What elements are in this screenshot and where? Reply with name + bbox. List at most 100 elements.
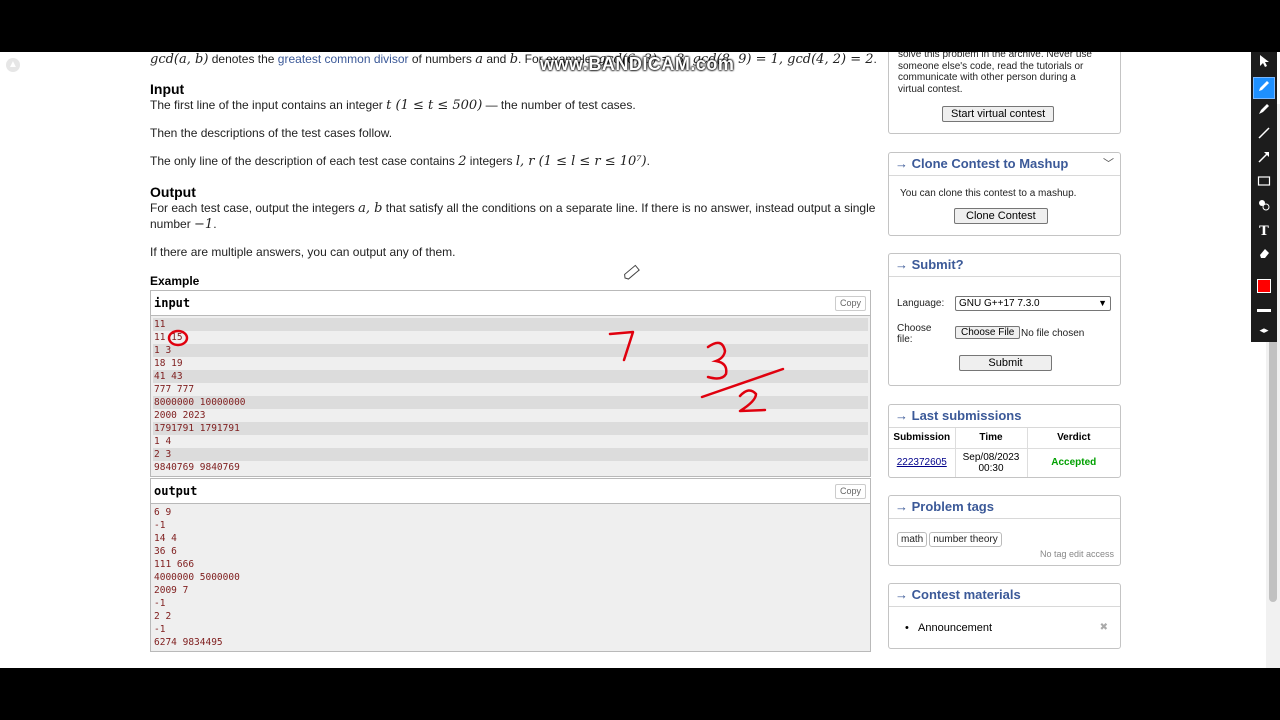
text: of numbers	[408, 52, 476, 66]
sample-input-header: input Copy	[151, 291, 870, 316]
clone-contest-button[interactable]: Clone Contest	[954, 208, 1048, 224]
rectangle-icon[interactable]	[1253, 173, 1275, 195]
submission-link[interactable]: 222372605	[897, 457, 947, 468]
output-line: 2 2	[154, 611, 172, 622]
table-header-row: Submission Time Verdict	[889, 428, 1120, 449]
problem-tags-title: → Problem tags	[889, 496, 1120, 519]
virtual-text-line: communicate with other person during a	[898, 72, 1076, 83]
output-paragraph-1: For each test case, output the integers …	[150, 201, 875, 216]
submit-title-text: Submit?	[911, 257, 964, 272]
contest-materials-title: → Contest materials	[889, 584, 1120, 607]
language-select[interactable]: GNU G++17 7.3.0 ▼	[955, 296, 1111, 311]
text-icon[interactable]: T	[1253, 221, 1275, 243]
gcd-definition: gcd(a, b) denotes the greatest common di…	[150, 52, 877, 67]
last-submissions-title-text: Last submissions	[911, 408, 1022, 423]
cursor-icon[interactable]	[1253, 53, 1275, 75]
file-status: No file chosen	[1021, 328, 1085, 339]
contest-materials-box: → Contest materials • Announcement ✖	[888, 583, 1121, 649]
line-width-icon[interactable]	[1253, 299, 1275, 321]
scroll-up-icon[interactable]: ▲	[6, 58, 20, 72]
sample-input-content: 11 11 15 1 3 18 19 41 43 777 777 8000000 10000…	[151, 316, 870, 476]
chevron-down-icon[interactable]: ﹀	[1103, 153, 1114, 175]
submit-title: → Submit?	[889, 254, 1120, 277]
output-line: 36 6	[154, 546, 177, 557]
close-icon[interactable]: ✖	[1100, 622, 1108, 633]
sample-input-label: input	[154, 296, 191, 310]
output-line: -1	[154, 520, 166, 531]
pen-icon[interactable]	[1253, 77, 1275, 99]
copy-input-button[interactable]: Copy	[834, 296, 866, 311]
table-row: 222372605 Sep/08/2023 00:30 Accepted	[889, 448, 1120, 477]
column-header: Time	[955, 428, 1028, 449]
input-paragraph-1: The first line of the input contains an …	[150, 98, 636, 113]
input-paragraph-2: Then the descriptions of the test cases …	[150, 126, 393, 140]
watermark-text: www.BANDICAM.com	[540, 54, 735, 74]
file-label-line: Choose	[897, 323, 932, 334]
eraser-icon[interactable]	[1253, 245, 1275, 267]
clone-title-text: Clone Contest to Mashup	[911, 156, 1069, 171]
announcement-link[interactable]: Announcement	[918, 622, 992, 634]
sample-output-content: 6 9 -1 14 4 36 6 111 666 4000000 5000000 2009 …	[151, 504, 870, 651]
gcd-link[interactable]: greatest common divisor	[278, 52, 409, 66]
text: denotes the	[208, 52, 278, 66]
arrow-right-icon: →	[895, 257, 912, 272]
math-minus-one: −1	[194, 217, 214, 232]
submission-clock: 00:30	[978, 462, 1004, 474]
color-swatch-icon[interactable]	[1253, 275, 1275, 297]
text: that satisfy all the conditions on a sep…	[382, 201, 876, 215]
expand-icon[interactable]: ◂▸	[1253, 322, 1275, 340]
math-ab: a, b	[358, 201, 383, 216]
output-line: 6274 9834495	[154, 637, 223, 648]
drawing-toolbar: T ◂▸	[1251, 52, 1277, 342]
line-icon[interactable]	[1253, 125, 1275, 147]
sample-output-label: output	[154, 484, 198, 498]
problem-tags-title-text: Problem tags	[911, 499, 994, 514]
output-line: -1	[154, 624, 166, 635]
math-gcd: gcd(a, b)	[150, 52, 209, 67]
text: .	[213, 217, 217, 231]
sample-input-box: input Copy 11 11 15 1 3 18 19 41 43 777 777 80…	[150, 290, 871, 477]
problem-tags-box: → Problem tags math number theory No tag …	[888, 495, 1121, 566]
text: — the number of test cases.	[482, 98, 636, 112]
highlighter-icon[interactable]	[1253, 101, 1275, 123]
output-line: 6 9	[154, 507, 172, 518]
input-line: 777 777	[154, 384, 195, 395]
browser-viewport: ▲ gcd(a, b) denotes the greatest common …	[0, 52, 1280, 668]
output-paragraph-2: If there are multiple answers, you can o…	[150, 245, 456, 259]
tag-edit-note: No tag edit access	[1039, 549, 1114, 559]
output-line: 111 666	[154, 559, 195, 570]
tag-number-theory[interactable]: number theory	[929, 532, 1002, 547]
verdict-accepted: Accepted	[1051, 457, 1097, 469]
input-line: 18 19	[154, 358, 183, 369]
output-line: 14 4	[154, 533, 177, 544]
input-line: 1791791 1791791	[153, 422, 868, 435]
input-line: 9840769 9840769	[154, 462, 240, 473]
tag-math[interactable]: math	[897, 532, 928, 547]
output-section-title: Output	[150, 184, 196, 200]
text: integers	[466, 154, 516, 168]
input-line: 1 3	[153, 344, 868, 357]
input-line: 11	[153, 318, 868, 331]
copy-output-button[interactable]: Copy	[834, 484, 866, 499]
column-header: Verdict	[1027, 428, 1120, 449]
clone-text: You can clone this contest to a mashup.	[900, 188, 1077, 199]
last-submissions-box: → Last submissions Submission Time Verdi…	[888, 404, 1121, 478]
virtual-contest-box: solve this problem in the archive. Never…	[888, 52, 1121, 134]
file-label: Choose file:	[897, 323, 931, 345]
output-line: 2009 7	[154, 585, 189, 596]
arrow-right-icon: →	[895, 156, 912, 171]
choose-file-button[interactable]: Choose File	[955, 326, 1021, 339]
stamp-icon[interactable]	[1253, 197, 1275, 219]
start-virtual-contest-button[interactable]: Start virtual contest	[942, 106, 1055, 122]
text: and	[482, 52, 510, 66]
submit-button[interactable]: Submit	[959, 355, 1052, 371]
virtual-text-line: solve this problem in the archive. Never…	[898, 52, 1092, 60]
sample-output-header: output Copy	[151, 479, 870, 504]
math-b: b	[509, 52, 519, 67]
arrow-icon[interactable]	[1253, 149, 1275, 171]
clone-contest-title[interactable]: → Clone Contest to Mashup ﹀	[889, 153, 1120, 176]
input-paragraph-3: The only line of the description of each…	[150, 154, 650, 169]
input-line: 1 4	[154, 436, 172, 447]
material-item[interactable]: • Announcement	[905, 622, 992, 634]
virtual-text-line: virtual contest.	[898, 83, 963, 95]
